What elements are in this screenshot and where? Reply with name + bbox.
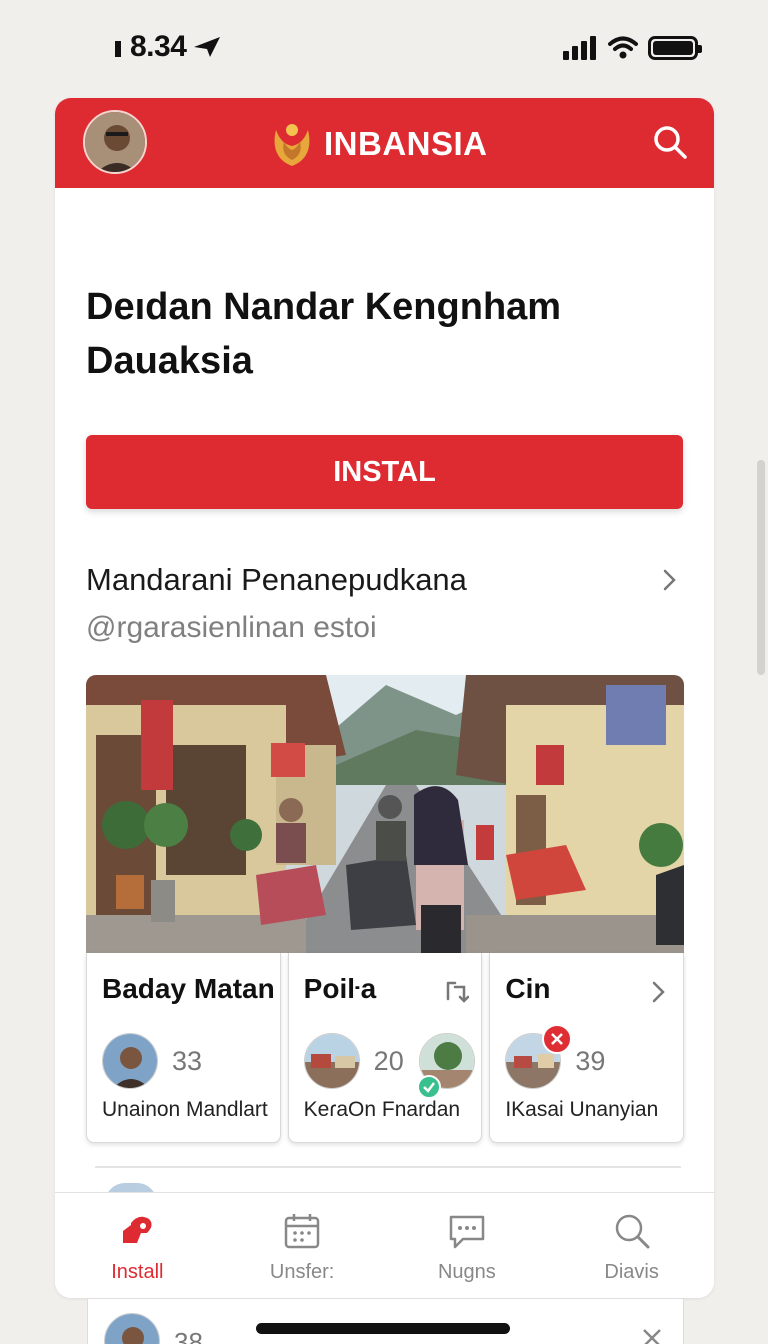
card-footer: Unainon Mandlart (102, 1098, 268, 1121)
home-indicator[interactable] (256, 1323, 510, 1334)
location-arrow-icon (194, 37, 221, 57)
chevron-right-icon (663, 569, 676, 591)
card-title: Baday Matan (102, 973, 275, 1004)
app-window: INBANSIA Deıdan Nandar Kengnham Dauaksia… (55, 98, 714, 1298)
card-footer: KeɾaOn Fnardan (303, 1098, 461, 1121)
close-icon[interactable] (641, 1327, 663, 1344)
card-row: Baday Matan 33 Unainon Mandlart Poiŀa 20 (86, 953, 685, 1143)
card-footer: IKasai Unanyian (505, 1098, 659, 1121)
brand-title: INBANSIA (324, 125, 488, 162)
search-icon (615, 1214, 650, 1249)
clock-text: 8.34 (130, 30, 187, 63)
nav-item-diavis[interactable]: Diavis (549, 1193, 714, 1298)
signal-small-icon (115, 41, 121, 57)
scrollbar[interactable] (757, 460, 765, 675)
nav-item-nugns[interactable]: Nugns (385, 1193, 550, 1298)
card-count: 38 (174, 1327, 203, 1344)
calendar-icon (284, 1214, 320, 1249)
nav-label: Diavis (604, 1261, 659, 1283)
list-item[interactable]: 38 (87, 1298, 684, 1344)
card-count: 33 (172, 1046, 203, 1076)
status-time: 8.34 (112, 30, 222, 64)
verified-badge-icon (416, 1075, 441, 1099)
search-icon[interactable] (652, 124, 688, 160)
nav-label: Install (111, 1261, 164, 1283)
close-badge-icon[interactable] (542, 1024, 573, 1054)
card-avatar (303, 1033, 360, 1089)
section-link[interactable]: Mandarani Penanepudkana @rgarasienlinan … (86, 558, 683, 648)
garuda-logo-icon (274, 124, 310, 166)
battery-icon (648, 36, 702, 60)
divider (95, 1166, 681, 1168)
card-item[interactable]: Cin 39 IKasai Unanyian (489, 953, 685, 1143)
app-header: INBANSIA (55, 98, 714, 188)
chevron-right-icon[interactable] (645, 979, 671, 1005)
nav-item-unsfer[interactable]: Unsfer: (220, 1193, 385, 1298)
page-title: Deıdan Nandar Kengnham Dauaksia (86, 286, 562, 382)
section-title: Mandarani Penanepudkana (86, 562, 467, 597)
bottom-nav: Install Unsfer: Nugns Diavis (55, 1192, 714, 1298)
status-bar: 8.34 (0, 0, 768, 100)
card-count: 39 (575, 1046, 606, 1076)
install-icon (123, 1216, 152, 1243)
repost-icon[interactable] (443, 979, 470, 1005)
card-title: Poiŀa (303, 973, 377, 1004)
install-button[interactable]: INSTAL (86, 435, 683, 509)
hero-image[interactable] (86, 675, 684, 953)
card-count: 20 (373, 1046, 404, 1076)
user-avatar[interactable] (83, 110, 147, 174)
card-item[interactable]: Baday Matan 33 Unainon Mandlart (86, 953, 281, 1143)
status-icons (562, 36, 702, 60)
card-avatar (102, 1033, 158, 1089)
card-avatar (104, 1313, 160, 1344)
wifi-icon (608, 36, 638, 59)
card-item[interactable]: Poiŀa 20 KeɾaOn Fnardan (287, 953, 483, 1143)
nav-item-install[interactable]: Install (55, 1193, 220, 1298)
card-title: Cin (505, 973, 551, 1004)
cellular-signal-icon (563, 36, 596, 60)
main-content: Deıdan Nandar Kengnham Dauaksia INSTAL M… (55, 188, 714, 1298)
nav-label: Unsfer: (269, 1261, 335, 1283)
nav-label: Nugns (437, 1261, 496, 1283)
brand: INBANSIA (270, 120, 488, 168)
section-subtitle: @rgarasienlinan estoi (86, 611, 377, 644)
chat-icon (449, 1215, 485, 1249)
